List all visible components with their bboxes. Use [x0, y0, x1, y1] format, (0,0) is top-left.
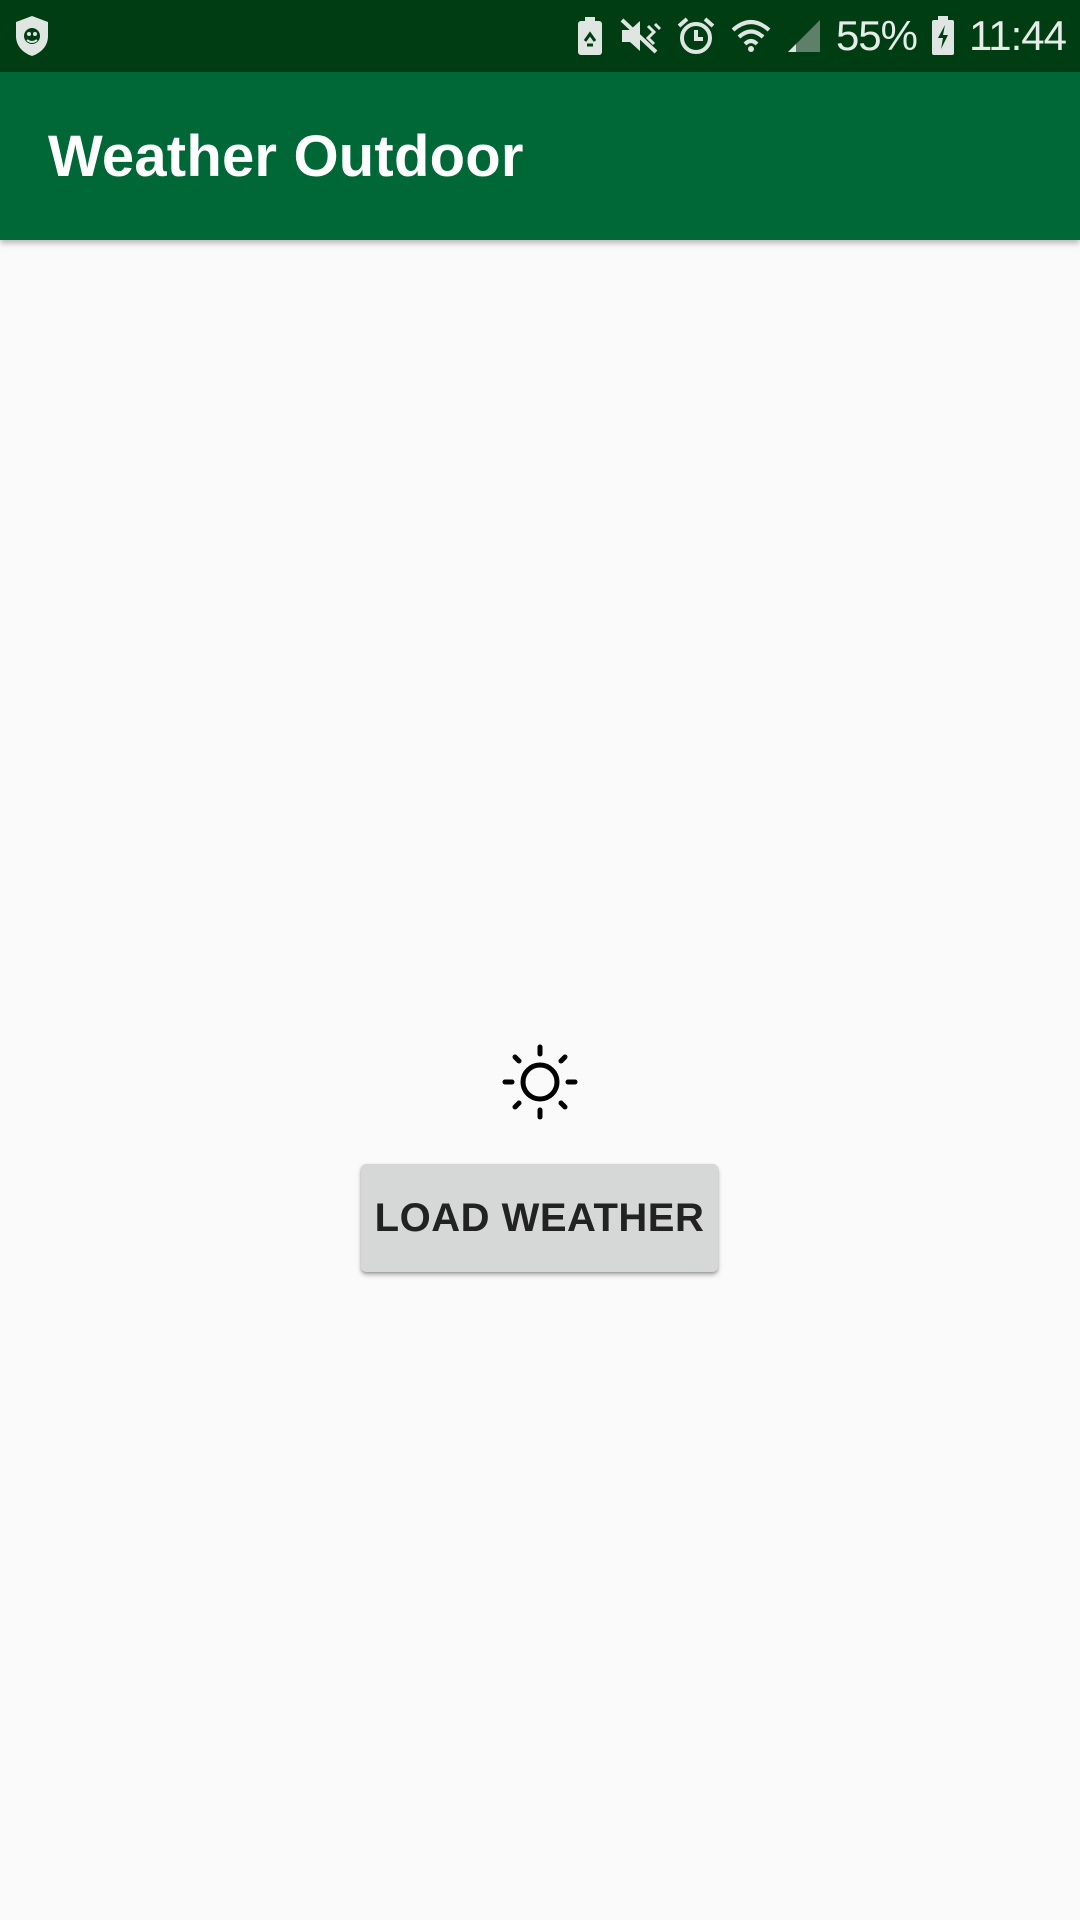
mute-vibrate-icon — [618, 16, 662, 56]
load-weather-button[interactable]: LOAD WEATHER — [361, 1164, 718, 1272]
battery-saver-icon — [576, 16, 604, 56]
status-bar: 55% 11:44 — [0, 0, 1080, 72]
battery-percent: 55% — [835, 12, 918, 59]
battery-charging-icon — [931, 16, 955, 56]
sun-icon — [502, 1044, 578, 1120]
clock: 11:44 — [969, 12, 1067, 59]
app-title: Weather Outdoor — [48, 123, 524, 189]
status-bar-right: 55% 11:44 — [576, 12, 1067, 60]
signal-icon — [786, 18, 822, 54]
status-bar-left — [12, 14, 52, 58]
shield-app-icon — [12, 14, 52, 58]
app-bar: Weather Outdoor — [0, 72, 1080, 240]
wifi-icon — [730, 18, 772, 54]
alarm-icon — [676, 16, 716, 56]
